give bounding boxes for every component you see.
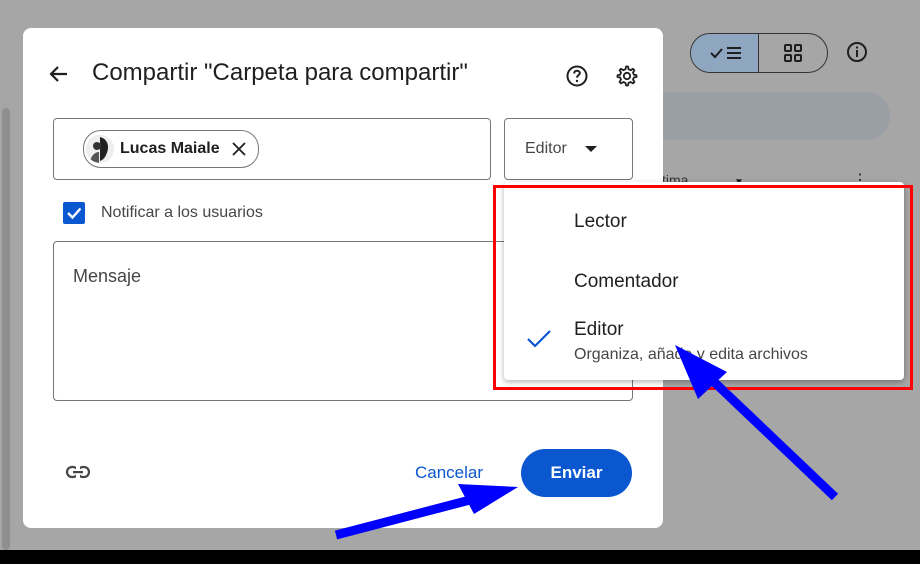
info-icon[interactable] bbox=[846, 41, 868, 63]
menu-item-lector[interactable]: Lector bbox=[504, 182, 904, 246]
list-view-button[interactable] bbox=[691, 34, 759, 72]
recipient-chip[interactable]: Lucas Maiale bbox=[83, 130, 259, 168]
check-list-icon bbox=[709, 47, 741, 59]
people-input[interactable]: Lucas Maiale bbox=[53, 118, 491, 180]
menu-item-description: Organiza, añade y edita archivos bbox=[574, 346, 808, 363]
avatar bbox=[86, 135, 114, 163]
send-button[interactable]: Enviar bbox=[521, 449, 632, 497]
menu-item-label: Editor bbox=[574, 319, 624, 340]
recipient-name: Lucas Maiale bbox=[120, 140, 220, 157]
view-toggle[interactable] bbox=[690, 33, 828, 73]
background-scrollbar bbox=[2, 108, 10, 550]
background-search-bar bbox=[660, 92, 890, 140]
notify-label: Notificar a los usuarios bbox=[101, 204, 263, 221]
notify-checkbox[interactable] bbox=[63, 202, 85, 224]
menu-item-label: Lector bbox=[574, 211, 627, 232]
menu-item-editor[interactable]: Editor Organiza, añade y edita archivos bbox=[504, 302, 904, 380]
link-icon[interactable] bbox=[65, 461, 91, 483]
checkmark-icon bbox=[67, 207, 82, 220]
menu-item-comentador[interactable]: Comentador bbox=[504, 246, 904, 302]
menu-item-label: Comentador bbox=[574, 271, 679, 292]
grid-icon bbox=[784, 44, 802, 62]
grid-view-button[interactable] bbox=[759, 34, 827, 72]
role-select-value: Editor bbox=[525, 140, 567, 157]
cancel-button[interactable]: Cancelar bbox=[401, 457, 497, 489]
dropdown-arrow-icon bbox=[584, 146, 597, 152]
role-select[interactable]: Editor bbox=[504, 118, 633, 180]
check-icon bbox=[527, 330, 551, 348]
dialog-title: Compartir "Carpeta para compartir" bbox=[92, 59, 468, 86]
message-placeholder: Mensaje bbox=[73, 266, 142, 286]
help-circle-icon[interactable] bbox=[565, 64, 589, 88]
gear-icon[interactable] bbox=[615, 64, 639, 88]
arrow-back-icon[interactable] bbox=[47, 62, 71, 86]
role-dropdown-menu: Lector Comentador Editor Organiza, añade… bbox=[504, 182, 904, 380]
notify-row: Notificar a los usuarios bbox=[63, 202, 263, 224]
close-icon[interactable] bbox=[230, 140, 248, 158]
